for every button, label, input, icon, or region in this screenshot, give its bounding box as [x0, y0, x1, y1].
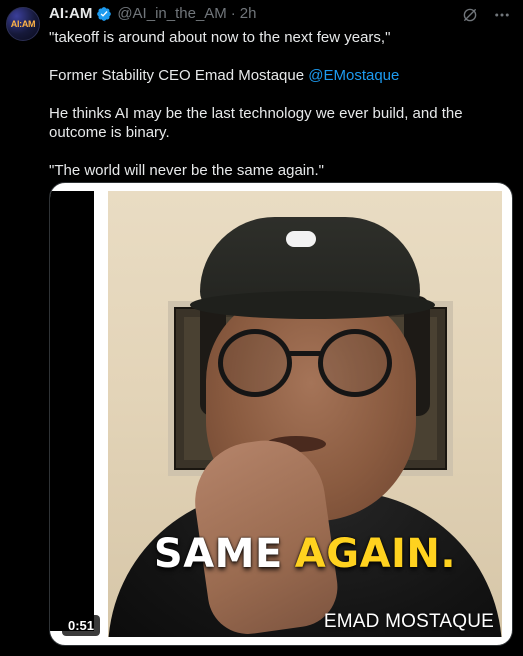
handle[interactable]: @AI_in_the_AM [117, 5, 226, 22]
tweet-text: "takeoff is around about now to the next… [49, 28, 511, 180]
video-duration-badge: 0:51 [62, 615, 101, 636]
tweet-line-intro-text: Former Stability CEO Emad Mostaque [49, 67, 309, 84]
person-cap-brim [190, 291, 435, 319]
glasses-bridge [288, 351, 322, 356]
tweet-line-intro: Former Stability CEO Emad Mostaque @EMos… [49, 66, 511, 85]
video-gutter [94, 183, 108, 645]
grok-icon[interactable] [461, 6, 479, 24]
separator: · [230, 5, 236, 22]
header-actions [461, 6, 511, 24]
video-letterbox-top [94, 183, 512, 191]
tweet-line-quote: "takeoff is around about now to the next… [49, 29, 391, 46]
verified-badge-icon [97, 6, 112, 21]
video-frame[interactable]: SAME AGAIN. EMAD MOSTAQUE 0:51 [50, 183, 512, 645]
more-icon[interactable] [493, 6, 511, 24]
video-thumbnail: SAME AGAIN. EMAD MOSTAQUE [108, 191, 502, 637]
tweet-header: AI:AM @AI_in_the_AM · 2h [49, 5, 256, 22]
video-watermark: EMAD MOSTAQUE [323, 611, 494, 632]
video-caption-word-again: AGAIN. [294, 531, 457, 577]
video-letterbox-bottom [94, 637, 512, 645]
video-caption-word-same: SAME [153, 531, 283, 577]
timestamp[interactable]: 2h [240, 5, 257, 22]
cap-logo [286, 231, 316, 247]
video-black-strip [50, 191, 94, 631]
video-player[interactable]: SAME AGAIN. EMAD MOSTAQUE 0:51 [49, 182, 513, 646]
glasses-left-lens [218, 329, 292, 397]
glasses-right-lens [318, 329, 392, 397]
display-name[interactable]: AI:AM [49, 5, 92, 22]
tweet-line-closing-quote: "The world will never be the same again.… [49, 162, 324, 179]
video-letterbox-right [502, 183, 512, 645]
mention-link[interactable]: @EMostaque [308, 67, 399, 84]
video-caption: SAME AGAIN. [108, 531, 502, 577]
tweet-line-opinion: He thinks AI may be the last technology … [49, 105, 463, 141]
avatar[interactable]: AI:AM [6, 7, 40, 41]
